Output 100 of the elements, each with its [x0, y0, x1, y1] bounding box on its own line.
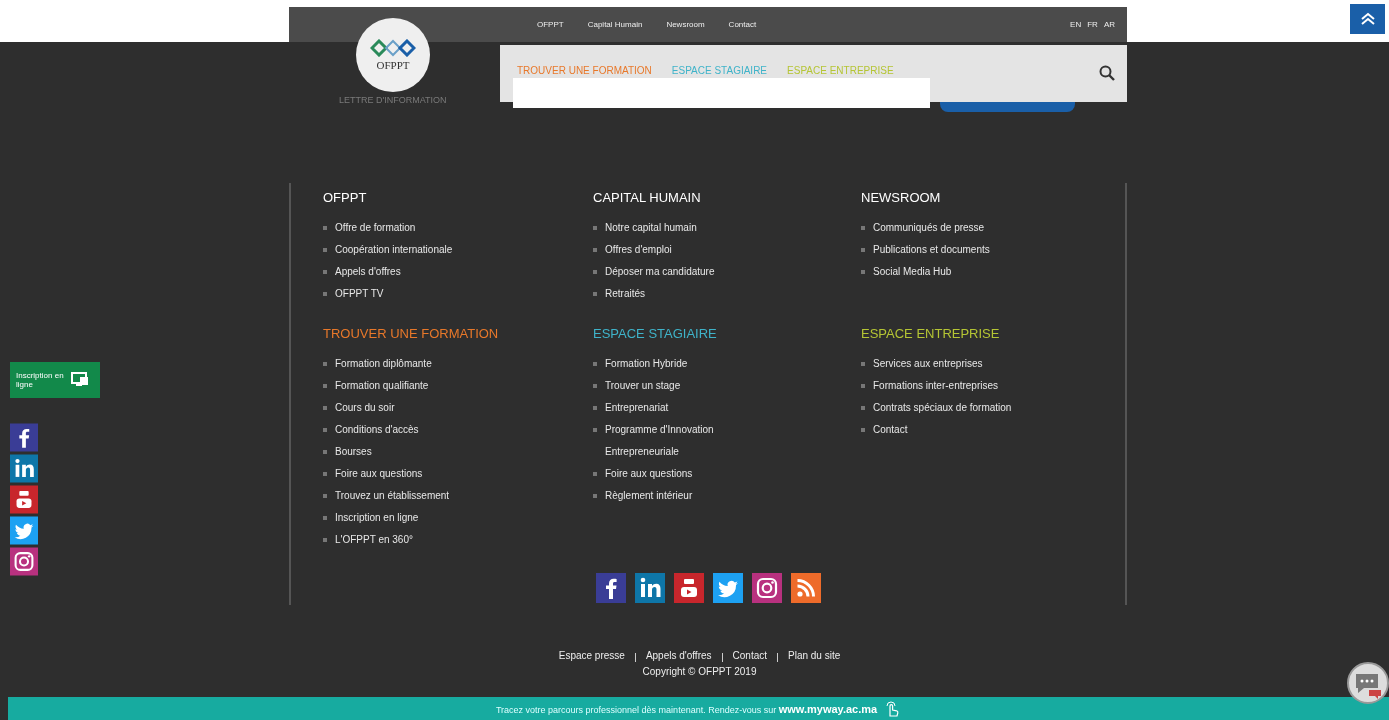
instagram-icon[interactable]: [751, 573, 782, 603]
chat-icon[interactable]: [1347, 662, 1389, 704]
bullet-icon: [593, 226, 597, 230]
section-heading: ESPACE ENTREPRISE: [861, 326, 1001, 341]
bullet-icon: [323, 292, 327, 296]
bullet-icon: [593, 248, 597, 252]
chevron-up-icon: [1359, 12, 1376, 26]
bullet-icon: [861, 226, 865, 230]
footer-link[interactable]: Offres d'emploi: [605, 239, 775, 261]
bullet-icon: [861, 362, 865, 366]
bullet-icon: [593, 292, 597, 296]
instagram-icon[interactable]: [10, 546, 38, 577]
bullet-icon: [593, 406, 597, 410]
banner-text: Tracez votre parcours professionnel dès maintenant. Rendez-vous sur www.myway.ac.ma: [495, 702, 878, 715]
language-link[interactable]: EN: [1070, 20, 1082, 29]
twitter-icon[interactable]: [712, 573, 743, 603]
bullet-icon: [861, 428, 865, 432]
footer-bottom-link[interactable]: Appels d'offres: [645, 650, 712, 662]
footer-link[interactable]: Trouver un stage: [605, 375, 775, 397]
language-link[interactable]: FR: [1087, 20, 1098, 29]
bullet-icon: [323, 494, 327, 498]
footer-link[interactable]: OFPPT TV: [335, 283, 505, 305]
bullet-icon: [323, 516, 327, 520]
footer-link[interactable]: Services aux entreprises: [873, 353, 1043, 375]
bullet-icon: [861, 270, 865, 274]
footer-link[interactable]: Formation Hybride: [605, 353, 775, 375]
footer-link[interactable]: Communiqués de presse: [873, 217, 1043, 239]
section-heading: NEWSROOM: [861, 190, 942, 205]
footer-link[interactable]: Notre capital humain: [605, 217, 775, 239]
footer-link[interactable]: Conditions d'accès: [335, 419, 505, 441]
bullet-icon: [323, 450, 327, 454]
footer-link[interactable]: Retraités: [605, 283, 775, 305]
language-link[interactable]: AR: [1103, 20, 1115, 29]
nav-link[interactable]: Newsroom: [666, 20, 705, 29]
bullet-icon: [593, 472, 597, 476]
section-heading: CAPITAL HUMAIN: [593, 190, 702, 205]
youtube-icon[interactable]: [10, 484, 38, 515]
bullet-icon: [861, 406, 865, 410]
footer-link[interactable]: Appels d'offres: [335, 261, 505, 283]
bullet-icon: [593, 270, 597, 274]
footer-link[interactable]: Bourses: [335, 441, 505, 463]
footer-link[interactable]: Formations inter-entreprises: [873, 375, 1043, 397]
bullet-icon: [593, 494, 597, 498]
footer-link[interactable]: Coopération internationale: [335, 239, 505, 261]
computer-icon: [70, 371, 90, 389]
rss-icon[interactable]: [790, 573, 821, 603]
bullet-icon: [323, 384, 327, 388]
facebook-icon[interactable]: [10, 422, 38, 453]
bullet-icon: [861, 384, 865, 388]
footer-link[interactable]: Social Media Hub: [873, 261, 1043, 283]
footer-link[interactable]: Formation qualifiante: [335, 375, 505, 397]
footer-link[interactable]: Offre de formation: [335, 217, 505, 239]
bullet-icon: [323, 270, 327, 274]
bullet-icon: [323, 472, 327, 476]
logo-text: OFPPT: [376, 59, 410, 71]
twitter-icon[interactable]: [10, 515, 38, 546]
section-heading: OFPPT: [323, 190, 368, 205]
footer-link[interactable]: Formation diplômante: [335, 353, 505, 375]
footer-link[interactable]: Règlement intérieur: [605, 485, 775, 507]
bullet-icon: [593, 428, 597, 432]
bullet-icon: [861, 248, 865, 252]
linkedin-icon[interactable]: [10, 453, 38, 484]
footer-bottom-link[interactable]: Plan du site: [788, 650, 841, 662]
youtube-icon[interactable]: [673, 573, 704, 603]
search-icon[interactable]: [1099, 65, 1115, 81]
section-heading: TROUVER UNE FORMATION: [323, 326, 500, 341]
linkedin-icon[interactable]: [634, 573, 665, 603]
bullet-icon: [593, 362, 597, 366]
logo[interactable]: OFPPT: [356, 18, 430, 92]
footer-link[interactable]: Contact: [873, 419, 1043, 441]
footer-link[interactable]: Déposer ma candidature: [605, 261, 775, 283]
bullet-icon: [323, 226, 327, 230]
bullet-icon: [323, 406, 327, 410]
footer-link[interactable]: L'OFPPT en 360°: [335, 529, 505, 551]
footer-link[interactable]: Cours du soir: [335, 397, 505, 419]
registration-button[interactable]: Inscription en ligne: [10, 362, 100, 398]
input-field[interactable]: [513, 78, 930, 108]
facebook-icon[interactable]: [595, 573, 626, 603]
bullet-icon: [323, 362, 327, 366]
scroll-top-button[interactable]: [1350, 4, 1385, 34]
logo-mark-icon: [370, 39, 416, 57]
footer-link[interactable]: Publications et documents: [873, 239, 1043, 261]
section-heading: ESPACE STAGIAIRE: [593, 326, 718, 341]
footer-link[interactable]: Programme d'Innovation Entrepreneuriale: [605, 419, 775, 463]
footer-link[interactable]: Entreprenariat: [605, 397, 775, 419]
footer-bottom-link[interactable]: Contact: [732, 650, 767, 662]
footer-bottom-link[interactable]: Espace presse: [558, 650, 625, 662]
nav-link[interactable]: Capital Humain: [587, 20, 643, 29]
bullet-icon: [323, 248, 327, 252]
nav-link[interactable]: Contact: [728, 20, 757, 29]
footer-link[interactable]: Contrats spéciaux de formation: [873, 397, 1043, 419]
footer-link[interactable]: Foire aux questions: [605, 463, 775, 485]
footer-link[interactable]: Foire aux questions: [335, 463, 505, 485]
bullet-icon: [323, 428, 327, 432]
bullet-icon: [323, 538, 327, 542]
bullet-icon: [593, 384, 597, 388]
nav-link[interactable]: OFPPT: [537, 20, 564, 29]
footer-link[interactable]: Trouvez un établissement: [335, 485, 505, 507]
newsletter-label: LETTRE D'INFORMATION: [339, 95, 447, 105]
footer-link[interactable]: Inscription en ligne: [335, 507, 505, 529]
